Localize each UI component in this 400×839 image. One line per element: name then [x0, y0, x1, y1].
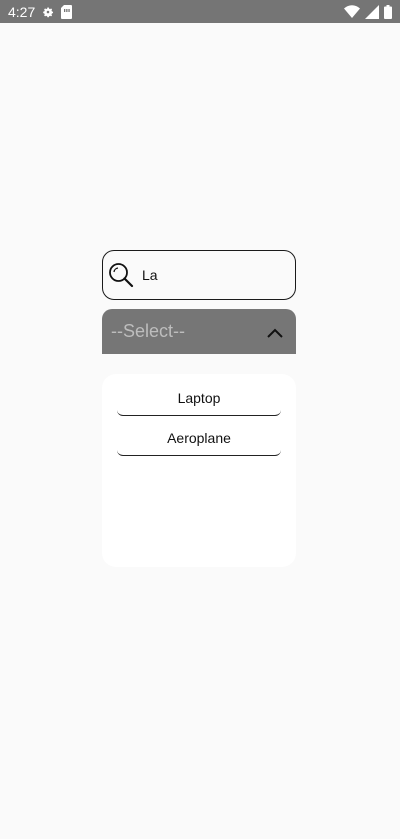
settings-icon — [41, 5, 55, 19]
search-input[interactable] — [142, 267, 282, 283]
select-dropdown[interactable]: --Select-- — [102, 309, 296, 354]
search-bar[interactable] — [102, 250, 296, 300]
dropdown-list: Laptop Aeroplane — [102, 374, 296, 567]
search-icon[interactable] — [108, 262, 134, 288]
status-time: 4:27 — [8, 3, 36, 20]
signal-icon — [365, 4, 379, 19]
chevron-up-icon[interactable] — [266, 326, 284, 338]
status-bar: 4:27 — [0, 0, 400, 23]
battery-icon — [384, 4, 392, 19]
dropdown-option-aeroplane[interactable]: Aeroplane — [117, 420, 281, 456]
select-label: --Select-- — [111, 321, 186, 341]
sim-card-icon — [61, 4, 73, 19]
wifi-icon — [344, 5, 360, 18]
dropdown-option-laptop[interactable]: Laptop — [117, 380, 281, 416]
